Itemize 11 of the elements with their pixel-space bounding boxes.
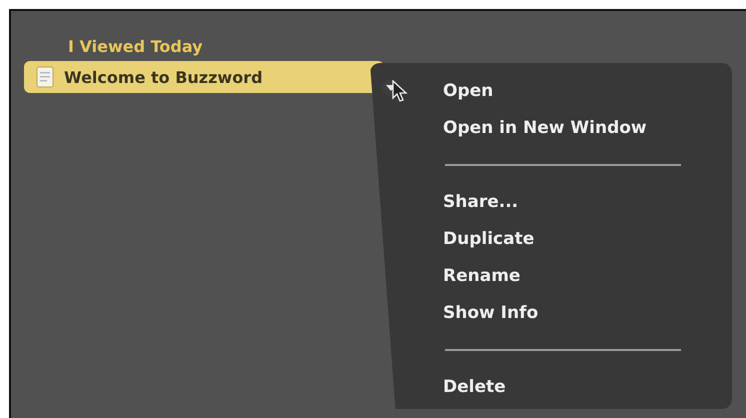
section-heading: I Viewed Today — [68, 37, 204, 57]
menu-item[interactable]: Open in New Window — [443, 110, 647, 147]
menu-item[interactable]: Duplicate — [443, 221, 534, 258]
document-item[interactable]: Welcome to Buzzword — [24, 61, 384, 93]
menu-item[interactable]: Delete — [443, 369, 506, 406]
menu-item[interactable]: Share... — [443, 184, 518, 221]
menu-item[interactable]: Rename — [443, 258, 520, 295]
document-icon — [36, 66, 54, 88]
cursor-icon — [392, 80, 408, 104]
menu-item[interactable]: Show Info — [443, 295, 538, 332]
menu-item[interactable]: Open — [443, 73, 494, 110]
